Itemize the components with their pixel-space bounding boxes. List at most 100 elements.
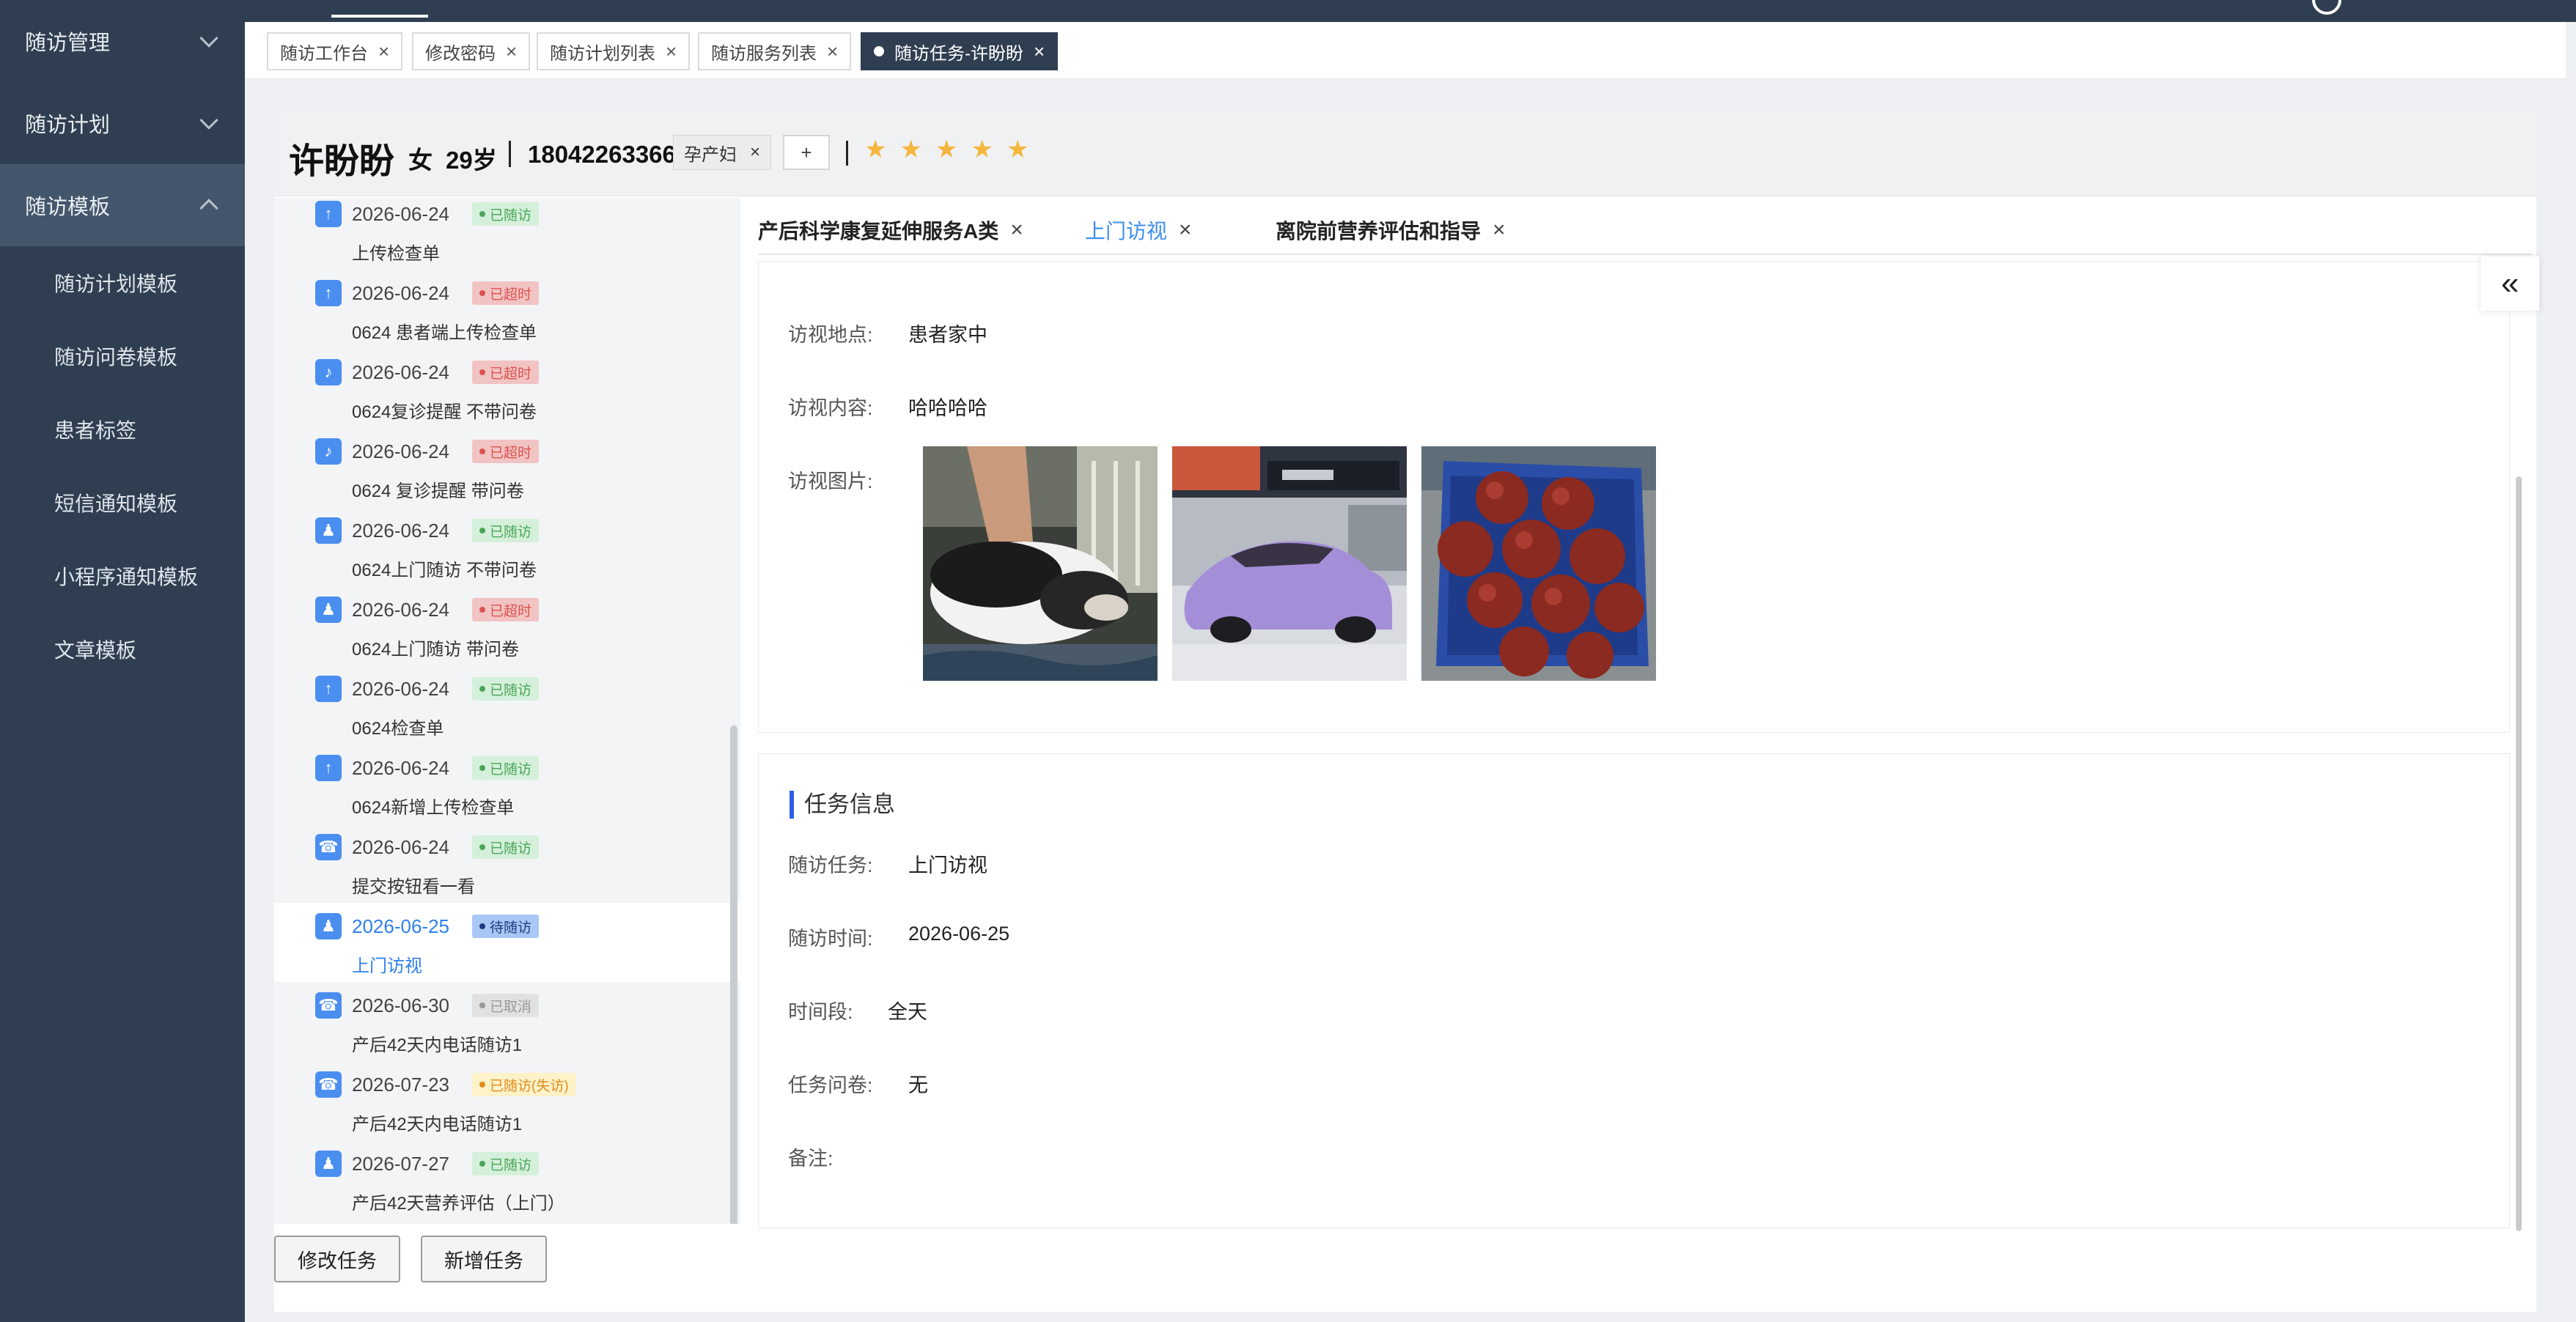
tab-followup-task[interactable]: 随访任务-许盼盼 ×: [861, 32, 1059, 70]
phone-icon: ☎: [315, 834, 342, 860]
images-label: 访视图片:: [788, 470, 873, 492]
timeline-task-name: 提交按钮看一看: [352, 877, 475, 897]
timeline-date: 2026-06-30: [352, 994, 449, 1016]
tab-nutrition-assessment[interactable]: 离院前营养评估和指导 ×: [1276, 215, 1506, 245]
sidebar-item-plan-template[interactable]: 随访计划模板: [0, 246, 245, 320]
patient-age: 29岁: [446, 147, 497, 174]
close-icon[interactable]: ×: [750, 142, 760, 163]
status-badge: 已随访: [472, 202, 540, 226]
survey-label: 任务问卷:: [788, 1074, 873, 1096]
status-text: 已超时: [490, 445, 532, 461]
star-rating[interactable]: ★ ★ ★ ★ ★: [864, 135, 1028, 164]
timeline-item[interactable]: ♟ 2026-06-25 待随访 上门访视: [274, 903, 740, 982]
tab-label: 上门访视: [1085, 220, 1168, 243]
status-dot-icon: [479, 211, 485, 217]
tab-service-list[interactable]: 随访服务列表 ×: [698, 32, 852, 70]
close-icon[interactable]: ×: [1179, 218, 1192, 243]
status-text: 已随访(失访): [490, 1078, 569, 1094]
close-icon[interactable]: ×: [1034, 40, 1045, 63]
phone-icon: ☎: [315, 1071, 342, 1098]
star-icon[interactable]: ★: [1007, 135, 1028, 164]
status-text: 已随访: [490, 524, 532, 540]
task-timeline: ↑ 2026-06-24 已随访 上传检查单 ↑ 2026-06-24 已超时 0624 患者…: [274, 198, 740, 1224]
status-badge: 已随访: [472, 1152, 540, 1175]
nav-group-followup-plan[interactable]: 随访计划: [0, 82, 245, 164]
page-tabs-bar: 随访工作台 × 修改密码 × 随访计划列表 × 随访服务列表 × 随访任务-许盼盼 ×: [245, 22, 2566, 79]
visit-record-card: 访视地点: 患者家中 访视内容: 哈哈哈哈 访视图片:: [758, 261, 2510, 733]
star-icon[interactable]: ★: [935, 135, 957, 164]
tab-plan-list[interactable]: 随访计划列表 ×: [537, 32, 691, 70]
star-icon[interactable]: ★: [864, 135, 886, 164]
status-dot-icon: [479, 290, 485, 296]
timeline-date: 2026-06-24: [352, 757, 449, 779]
timeline-task-name: 0624 复诊提醒 带问卷: [352, 481, 524, 501]
timeline-item[interactable]: ☎ 2026-07-23 已随访(失访) 产后42天内电话随访1: [274, 1061, 740, 1140]
nav-group-followup-manage[interactable]: 随访管理: [0, 0, 245, 82]
upload-icon: ↑: [315, 201, 342, 227]
sidebar-item-sms-template[interactable]: 短信通知模板: [0, 466, 245, 539]
time-label: 随访时间:: [788, 928, 873, 950]
timeline-item[interactable]: ☎ 2026-06-24 已随访 提交按钮看一看: [274, 824, 740, 903]
star-icon[interactable]: ★: [971, 135, 993, 164]
tab-postpartum-service[interactable]: 产后科学康复延伸服务A类 ×: [758, 215, 1023, 245]
visit-photo-cat[interactable]: [923, 446, 1158, 681]
status-badge: 已超时: [472, 361, 540, 384]
timeline-item[interactable]: ♟ 2026-06-24 已随访 0624上门随访 不带问卷: [274, 507, 740, 586]
content-label: 访视内容:: [788, 397, 873, 419]
timeline-item[interactable]: ♟ 2026-07-27 已随访 产后42天营养评估（上门）: [274, 1140, 740, 1219]
timeline-item[interactable]: ↑ 2026-06-24 已随访 0624检查单: [274, 665, 740, 745]
timeline-item[interactable]: ↑ 2026-06-24 已超时 0624 患者端上传检查单: [274, 270, 740, 349]
close-icon[interactable]: ×: [827, 40, 838, 63]
sidebar-item-label: 随访计划模板: [54, 273, 178, 295]
sidebar-item-survey-template[interactable]: 随访问卷模板: [0, 320, 245, 393]
sidebar-item-miniprogram-template[interactable]: 小程序通知模板: [0, 539, 245, 613]
divider: [509, 141, 511, 167]
nav-group-label: 随访计划: [25, 114, 111, 137]
timeline-date: 2026-06-24: [352, 440, 449, 462]
chevron-up-icon: [199, 199, 218, 218]
user-icon[interactable]: [2312, 0, 2341, 15]
edit-task-button[interactable]: 修改任务: [274, 1236, 400, 1282]
status-dot-icon: [479, 1161, 485, 1167]
timeline-item[interactable]: ↑ 2026-06-24 已随访 0624新增上传检查单: [274, 745, 740, 824]
tab-change-password[interactable]: 修改密码 ×: [412, 32, 531, 70]
content-value: 哈哈哈哈: [908, 397, 987, 419]
close-icon[interactable]: ×: [378, 40, 389, 63]
tab-home-visit[interactable]: 上门访视 ×: [1085, 215, 1193, 264]
visit-photo-fruit[interactable]: [1421, 446, 1656, 681]
add-tag-button[interactable]: +: [783, 135, 830, 170]
survey-value: 无: [908, 1074, 928, 1096]
sidebar-item-label: 文章模板: [54, 639, 137, 662]
status-dot-icon: [479, 528, 485, 533]
timeline-item[interactable]: ↑ 2026-06-24 已随访 上传检查单: [274, 198, 740, 270]
patient-gender: 女: [408, 147, 433, 174]
timeline-task-name: 0624新增上传检查单: [352, 798, 515, 818]
star-icon[interactable]: ★: [899, 135, 921, 164]
collapse-panel-icon[interactable]: «: [2481, 256, 2539, 311]
timeline-item[interactable]: ♟ 2026-06-24 已超时 0624上门随访 带问卷: [274, 586, 740, 665]
patient-name: 许盼盼: [289, 142, 395, 181]
status-badge: 待随访: [472, 915, 540, 938]
sidebar-item-label: 短信通知模板: [54, 492, 178, 515]
top-nav-underline: [331, 15, 428, 18]
close-icon[interactable]: ×: [1010, 218, 1023, 243]
timeline-item[interactable]: ♪ 2026-06-24 已超时 0624 复诊提醒 带问卷: [274, 428, 740, 507]
timeline-item[interactable]: ♪ 2026-06-24 已超时 0624复诊提醒 不带问卷: [274, 349, 740, 428]
timeline-item[interactable]: ☎ 2026-06-30 已取消 产后42天内电话随访1: [274, 982, 740, 1061]
scrollbar[interactable]: [730, 725, 737, 1224]
tab-followup-workbench[interactable]: 随访工作台 ×: [267, 32, 403, 70]
visit-photo-car[interactable]: [1172, 446, 1407, 681]
timeline-date: 2026-06-24: [352, 599, 449, 621]
tab-label: 随访任务-许盼盼: [894, 43, 1023, 64]
status-badge: 已随访: [472, 835, 540, 859]
timeline-date: 2026-06-25: [352, 915, 449, 937]
add-task-button[interactable]: 新增任务: [421, 1236, 547, 1282]
sidebar-item-patient-tags[interactable]: 患者标签: [0, 393, 245, 466]
scrollbar[interactable]: [2516, 476, 2522, 1231]
close-icon[interactable]: ×: [666, 40, 677, 63]
close-icon[interactable]: ×: [506, 40, 517, 63]
task-label: 随访任务:: [788, 854, 873, 876]
nav-group-followup-template[interactable]: 随访模板: [0, 164, 245, 246]
close-icon[interactable]: ×: [1493, 218, 1506, 243]
sidebar-item-article-template[interactable]: 文章模板: [0, 613, 245, 686]
